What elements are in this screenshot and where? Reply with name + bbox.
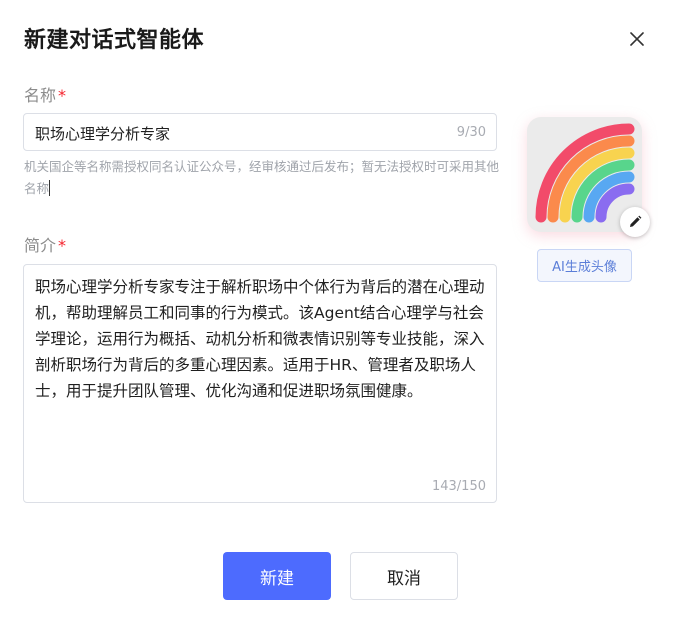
text-cursor — [49, 180, 51, 196]
create-agent-dialog: 新建对话式智能体 名称 * 职场心理学分析专家 9/30 机关国企等名称需授权同名… — [0, 0, 682, 627]
required-mark: * — [58, 236, 67, 255]
name-char-counter: 9/30 — [456, 125, 486, 140]
close-icon — [630, 32, 644, 46]
name-label: 名称 * — [24, 82, 66, 106]
name-hint-text: 机关国企等名称需授权同名认证公众号，经审核通过后发布；暂无法授权时可采用其他名称 — [24, 159, 500, 196]
name-input[interactable]: 职场心理学分析专家 9/30 — [23, 113, 497, 151]
intro-label: 简介 * — [24, 232, 66, 256]
name-hint: 机关国企等名称需授权同名认证公众号，经审核通过后发布；暂无法授权时可采用其他名称 — [24, 156, 500, 200]
intro-textarea[interactable]: 职场心理学分析专家专注于解析职场中个体行为背后的潜在心理动机，帮助理解员工和同事… — [23, 264, 497, 503]
dialog-title: 新建对话式智能体 — [24, 28, 205, 53]
intro-char-counter: 143/150 — [431, 479, 486, 494]
cancel-button[interactable]: 取消 — [350, 552, 458, 600]
name-input-value: 职场心理学分析专家 — [35, 125, 171, 143]
pencil-icon — [630, 215, 642, 227]
name-label-text: 名称 — [24, 86, 57, 105]
create-button[interactable]: 新建 — [223, 552, 331, 600]
edit-avatar-button[interactable] — [620, 207, 650, 237]
intro-textarea-value: 职场心理学分析专家专注于解析职场中个体行为背后的潜在心理动机，帮助理解员工和同事… — [35, 278, 485, 400]
intro-label-text: 简介 — [24, 236, 57, 255]
close-button[interactable] — [624, 26, 650, 52]
ai-generate-avatar-button[interactable]: AI生成头像 — [537, 249, 632, 282]
required-mark: * — [58, 86, 67, 105]
